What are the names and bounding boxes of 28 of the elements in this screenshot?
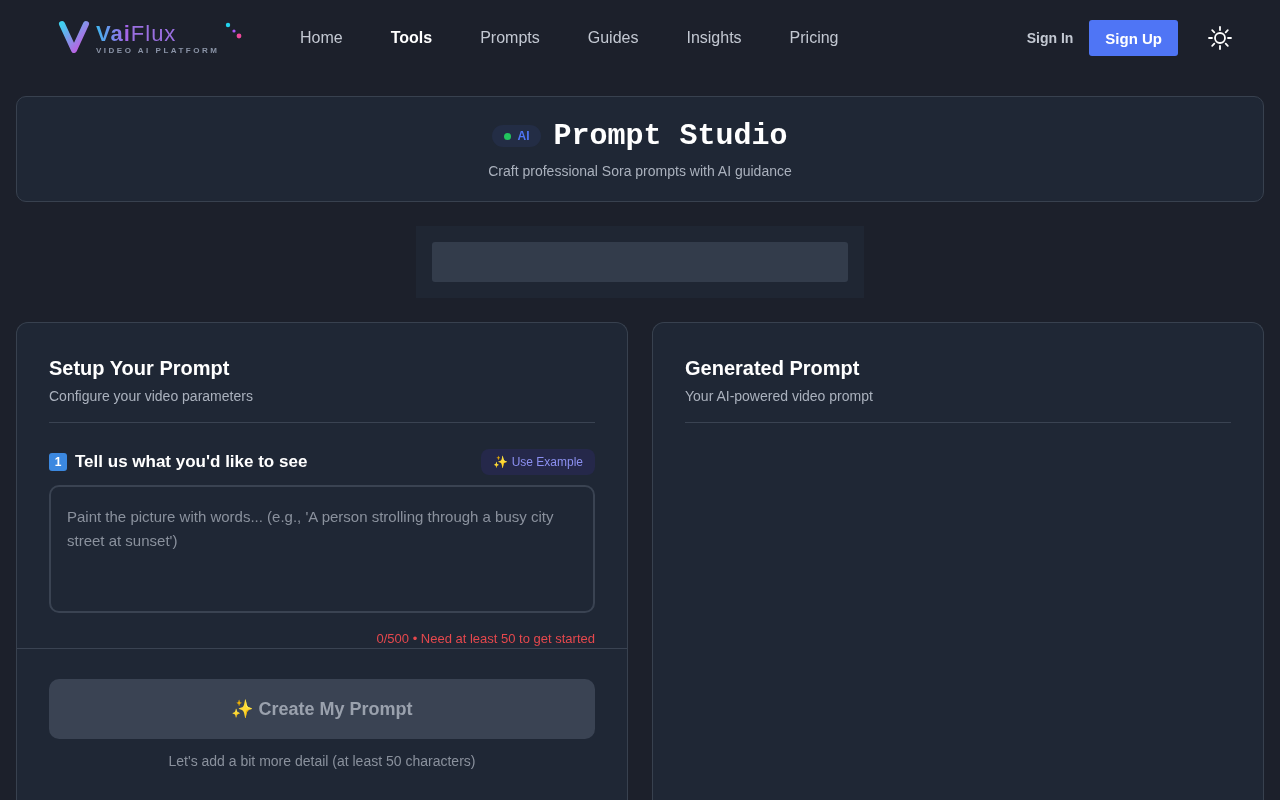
nav-link[interactable]: Pricing bbox=[789, 29, 839, 47]
use-example-button[interactable]: ✨ Use Example bbox=[480, 449, 595, 475]
card-title: Setup Your Prompt bbox=[49, 357, 231, 380]
card-subtitle: Configure your video parameters bbox=[49, 388, 254, 404]
status-dot bbox=[504, 132, 512, 140]
nav-link[interactable]: Tools bbox=[390, 29, 433, 47]
badge-label: AI bbox=[517, 129, 530, 143]
card-title: Generated Prompt bbox=[685, 357, 861, 380]
step-number: 1 bbox=[49, 453, 67, 471]
brand-tagline: VIDEO AI PLATFORM bbox=[96, 45, 220, 55]
step-label: Tell us what you'd like to see bbox=[75, 452, 308, 472]
nav-link[interactable]: Home bbox=[300, 29, 343, 47]
sun-icon bbox=[1208, 26, 1232, 50]
nav-link[interactable]: Insights bbox=[686, 29, 742, 47]
theme-toggle[interactable] bbox=[1208, 26, 1232, 50]
hint-text: Let's add a bit more detail (at least 50 characters) bbox=[168, 753, 476, 769]
sign-in-link[interactable]: Sign In bbox=[1026, 30, 1074, 46]
brand-name: VaiFlux bbox=[96, 21, 178, 46]
logo-icon bbox=[58, 20, 90, 56]
page-subtitle: Craft professional Sora prompts with AI guidance bbox=[488, 163, 792, 179]
nav-link[interactable]: Guides bbox=[587, 29, 639, 47]
sign-up-button[interactable]: Sign Up bbox=[1089, 20, 1178, 56]
card-subtitle: Your AI-powered video prompt bbox=[685, 388, 874, 404]
character-counter: 0/500 • Need at least 50 to get started bbox=[375, 631, 595, 646]
page-title: Prompt Studio bbox=[553, 119, 788, 153]
dots-icon bbox=[225, 22, 244, 40]
description-field[interactable]: Paint the picture with words... (e.g., 'A person strolling through a busy city street at sunset') bbox=[49, 485, 595, 613]
nav-link[interactable]: Prompts bbox=[480, 29, 540, 47]
